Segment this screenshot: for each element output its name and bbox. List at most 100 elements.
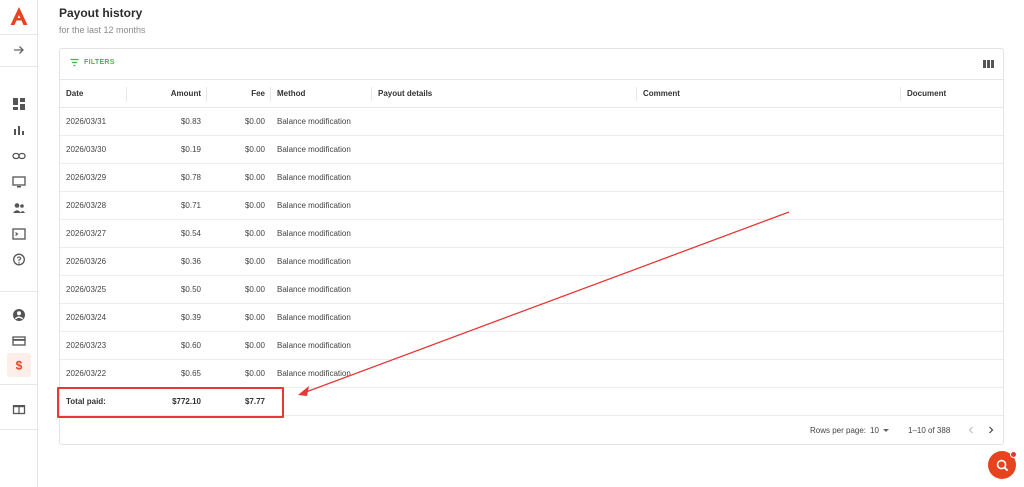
previous-page-button[interactable] (964, 423, 978, 437)
column-header-amount[interactable]: Amount (127, 79, 207, 108)
dashboard-icon[interactable] (7, 92, 31, 116)
cell-fee: $0.00 (207, 331, 271, 360)
table-header-row: Date Amount Fee Method Payout details Co… (60, 79, 1003, 108)
column-header-payout-details[interactable]: Payout details (372, 79, 637, 108)
column-header-fee[interactable]: Fee (207, 79, 271, 108)
cell-method: Balance modification (271, 303, 372, 332)
cell-payout-details (372, 163, 637, 192)
cell-date: 2026/03/31 (60, 107, 127, 136)
table-row: 2026/03/23 $0.60 $0.00 Balance modificat… (60, 331, 1003, 360)
table-row: 2026/03/31 $0.83 $0.00 Balance modificat… (60, 107, 1003, 136)
cell-comment (637, 219, 901, 248)
cell-document (901, 135, 1003, 164)
table-row: 2026/03/22 $0.65 $0.00 Balance modificat… (60, 359, 1003, 388)
cell-comment (637, 331, 901, 360)
cell-document (901, 359, 1003, 388)
table-row: 2026/03/29 $0.78 $0.00 Balance modificat… (60, 163, 1003, 192)
cell-date: 2026/03/28 (60, 191, 127, 220)
table-footer: Rows per page: 10 1–10 of 388 (60, 416, 1003, 444)
cell-method: Balance modification (271, 107, 372, 136)
rows-per-page-label: Rows per page: (810, 426, 867, 435)
cell-fee: $0.00 (207, 163, 271, 192)
cell-payout-details (372, 247, 637, 276)
link-icon[interactable] (7, 144, 31, 168)
cell-payout-details (372, 359, 637, 388)
help-icon[interactable] (7, 248, 31, 272)
bar-chart-icon[interactable] (7, 118, 31, 142)
cell-payout-details (372, 219, 637, 248)
column-header-method[interactable]: Method (271, 79, 372, 108)
chevron-right-icon (989, 426, 994, 434)
cell-date: 2026/03/25 (60, 275, 127, 304)
cell-method (271, 387, 372, 416)
account-icon[interactable] (7, 303, 31, 327)
cell-fee: $0.00 (207, 247, 271, 276)
cell-amount: $0.65 (127, 359, 207, 388)
cell-comment (637, 107, 901, 136)
cell-date: 2026/03/23 (60, 331, 127, 360)
total-amount: $772.10 (127, 387, 207, 416)
table-row: 2026/03/26 $0.36 $0.00 Balance modificat… (60, 247, 1003, 276)
gift-icon[interactable] (7, 396, 31, 420)
cell-comment (637, 303, 901, 332)
cell-payout-details (372, 191, 637, 220)
column-header-document[interactable]: Document (901, 79, 1003, 108)
page-subtitle: for the last 12 months (59, 25, 146, 35)
cell-amount: $0.83 (127, 107, 207, 136)
total-fee: $7.77 (207, 387, 271, 416)
cell-document (901, 275, 1003, 304)
cell-date: 2026/03/24 (60, 303, 127, 332)
sidebar-divider (0, 429, 37, 430)
table-row: 2026/03/24 $0.39 $0.00 Balance modificat… (60, 303, 1003, 332)
total-label: Total paid: (60, 387, 127, 416)
cell-payout-details (372, 303, 637, 332)
cell-amount: $0.39 (127, 303, 207, 332)
rows-per-page-value: 10 (870, 426, 879, 435)
table-row: 2026/03/30 $0.19 $0.00 Balance modificat… (60, 135, 1003, 164)
dollar-icon[interactable]: $ (7, 353, 31, 377)
cell-document (901, 107, 1003, 136)
users-icon[interactable] (7, 196, 31, 220)
cell-comment (637, 275, 901, 304)
rows-per-page-select[interactable]: 10 (870, 426, 889, 435)
cell-amount: $0.71 (127, 191, 207, 220)
payout-history-card: FILTERS Date Amount Fee Method Payout de… (59, 48, 1004, 445)
cell-amount: $0.50 (127, 275, 207, 304)
card-icon[interactable] (7, 329, 31, 353)
cell-document (901, 219, 1003, 248)
column-header-comment[interactable]: Comment (637, 79, 901, 108)
cell-payout-details (372, 107, 637, 136)
cell-method: Balance modification (271, 275, 372, 304)
columns-icon[interactable] (983, 59, 994, 69)
brand-logo-icon[interactable] (9, 6, 29, 26)
support-chat-button[interactable] (988, 451, 1017, 479)
sidebar-divider (0, 291, 37, 292)
cell-fee: $0.00 (207, 359, 271, 388)
cell-method: Balance modification (271, 247, 372, 276)
terminal-icon[interactable] (7, 222, 31, 246)
notification-dot (1010, 451, 1017, 458)
cell-document (901, 191, 1003, 220)
cell-comment (637, 387, 901, 416)
next-page-button[interactable] (984, 423, 998, 437)
cell-method: Balance modification (271, 359, 372, 388)
pagination-range: 1–10 of 388 (908, 426, 951, 435)
monitor-icon[interactable] (7, 170, 31, 194)
chat-search-icon (996, 459, 1008, 471)
arrow-right-icon[interactable] (7, 38, 31, 62)
table-row: 2026/03/28 $0.71 $0.00 Balance modificat… (60, 191, 1003, 220)
column-header-date[interactable]: Date (60, 79, 127, 108)
cell-payout-details (372, 387, 637, 416)
cell-fee: $0.00 (207, 275, 271, 304)
cell-date: 2026/03/27 (60, 219, 127, 248)
cell-date: 2026/03/22 (60, 359, 127, 388)
cell-payout-details (372, 275, 637, 304)
chevron-left-icon (968, 426, 973, 434)
cell-amount: $0.19 (127, 135, 207, 164)
cell-method: Balance modification (271, 191, 372, 220)
cell-method: Balance modification (271, 219, 372, 248)
cell-payout-details (372, 135, 637, 164)
filters-button[interactable]: FILTERS (70, 58, 115, 67)
cell-fee: $0.00 (207, 219, 271, 248)
cell-method: Balance modification (271, 331, 372, 360)
